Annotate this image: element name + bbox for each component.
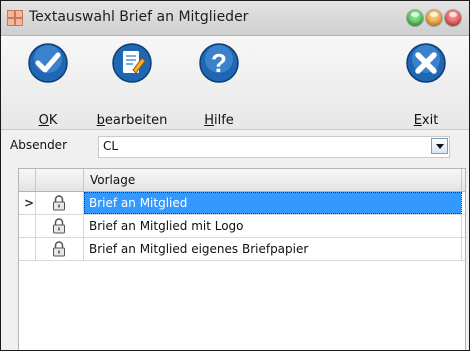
help-button[interactable]: ? Hilfe: [177, 42, 261, 128]
window-title: Textauswahl Brief an Mitglieder: [29, 9, 249, 25]
title-bar: Textauswahl Brief an Mitglieder: [1, 1, 469, 36]
chevron-down-icon[interactable]: [431, 138, 448, 154]
edit-document-icon: [112, 43, 152, 83]
row-indicator: [19, 238, 36, 260]
app-icon: [7, 10, 23, 26]
edit-label: bearbeiten: [96, 113, 168, 128]
exit-button[interactable]: Exit: [384, 42, 468, 128]
sender-label: Absender: [10, 138, 67, 152]
row-icon-cell: [36, 238, 84, 260]
row-name: Brief an Mitglied mit Logo: [84, 215, 462, 237]
sender-row: Absender CL: [1, 133, 469, 159]
header-indicator: [19, 169, 36, 191]
row-icon-cell: [36, 192, 84, 214]
header-icon: [36, 169, 84, 191]
window-controls: [407, 10, 461, 26]
edit-button[interactable]: bearbeiten: [90, 42, 174, 128]
minimize-button[interactable]: [407, 10, 423, 26]
check-icon: [28, 43, 68, 83]
close-icon: [406, 43, 446, 83]
row-indicator: [19, 215, 36, 237]
exit-label: Exit: [413, 113, 439, 128]
current-row-arrow-icon: >: [24, 196, 35, 210]
header-vorlage[interactable]: Vorlage: [84, 169, 462, 191]
sender-select[interactable]: CL: [98, 136, 450, 158]
table-row[interactable]: Brief an Mitglied mit Logo: [19, 215, 465, 238]
lock-icon: [53, 241, 65, 257]
svg-text:?: ?: [211, 48, 227, 78]
table-row[interactable]: > Brief an Mitglied: [19, 192, 465, 215]
toolbar: OK bearbeiten ? Hilfe Exit: [1, 36, 469, 130]
row-indicator: >: [19, 192, 36, 214]
app-window: Textauswahl Brief an Mitglieder OK bearb…: [0, 0, 470, 351]
lock-icon: [53, 195, 65, 211]
maximize-button[interactable]: [426, 10, 442, 26]
close-window-button[interactable]: [445, 10, 461, 26]
sender-value: CL: [103, 139, 119, 153]
row-name: Brief an Mitglied eigenes Briefpapier: [84, 238, 462, 260]
row-icon-cell: [36, 215, 84, 237]
help-icon: ?: [199, 43, 239, 83]
lock-icon: [53, 218, 65, 234]
row-name: Brief an Mitglied: [84, 192, 462, 214]
help-label: Hilfe: [204, 113, 234, 128]
ok-label: OK: [38, 113, 58, 128]
ok-button[interactable]: OK: [6, 42, 90, 128]
template-grid: Vorlage > Brief an Mitglied Brief an Mit…: [18, 168, 466, 350]
table-row[interactable]: Brief an Mitglied eigenes Briefpapier: [19, 238, 465, 261]
grid-header: Vorlage: [19, 169, 465, 192]
